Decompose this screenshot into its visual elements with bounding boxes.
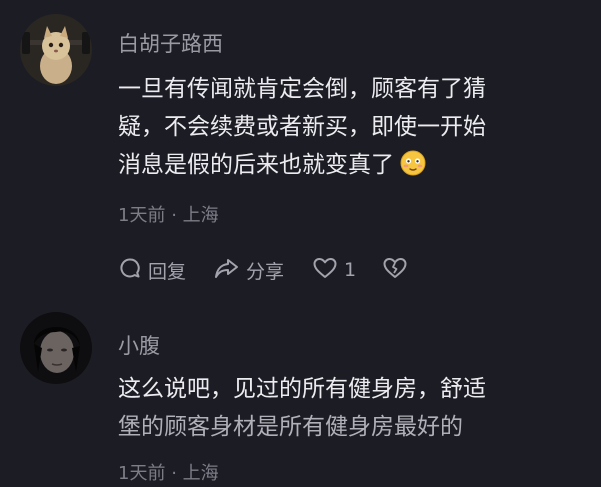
comment-text: 一旦有传闻就肯定会倒，顾客有了猜 疑，不会续费或者新买，即使一开始 消息是假的后…	[118, 70, 558, 188]
comment-item: 小腹 这么说吧，见过的所有健身房，舒适 堡的顾客身材是所有健身房最好的 1天前 …	[0, 306, 601, 487]
comment-text-line: 这么说吧，见过的所有健身房，舒适	[118, 376, 486, 402]
comment-text-line: 疑，不会续费或者新买，即使一开始	[118, 114, 486, 140]
username[interactable]: 小腹	[118, 330, 160, 360]
comment-text-line: 一旦有传闻就肯定会倒，顾客有了猜	[118, 76, 486, 102]
reply-label: 回复	[148, 260, 187, 283]
comment-actions: 回复 分享 1	[118, 254, 442, 286]
meta-separator: ·	[171, 205, 177, 226]
share-label: 分享	[246, 260, 285, 283]
comment-time: 1天前	[118, 463, 166, 484]
meta-separator: ·	[171, 463, 177, 484]
share-button[interactable]: 分享	[214, 256, 284, 285]
avatar[interactable]	[20, 14, 92, 86]
comment-text-line: 堡的顾客身材是所有健身房最好的	[118, 414, 463, 440]
comment-location: 上海	[182, 205, 219, 226]
like-count: 1	[344, 259, 357, 281]
reply-button[interactable]: 回复	[118, 256, 186, 285]
blush-face-icon	[400, 150, 426, 188]
username[interactable]: 白胡子路西	[118, 28, 223, 58]
like-button[interactable]: 1	[312, 256, 356, 285]
heart-icon	[312, 256, 344, 285]
broken-heart-icon	[382, 256, 414, 285]
comment-meta: 1天前 · 上海	[118, 201, 219, 227]
dislike-button[interactable]	[382, 256, 414, 285]
share-icon	[214, 256, 246, 285]
reply-icon	[118, 256, 148, 285]
comment-text: 这么说吧，见过的所有健身房，舒适 堡的顾客身材是所有健身房最好的	[118, 370, 558, 446]
avatar[interactable]	[20, 312, 92, 384]
comment-location: 上海	[182, 463, 219, 484]
comment-time: 1天前	[118, 205, 166, 226]
comment-text-line: 消息是假的后来也就变真了	[118, 152, 394, 178]
comment-item: 白胡子路西 一旦有传闻就肯定会倒，顾客有了猜 疑，不会续费或者新买，即使一开始 …	[0, 0, 601, 300]
comment-meta: 1天前 · 上海	[118, 459, 219, 485]
